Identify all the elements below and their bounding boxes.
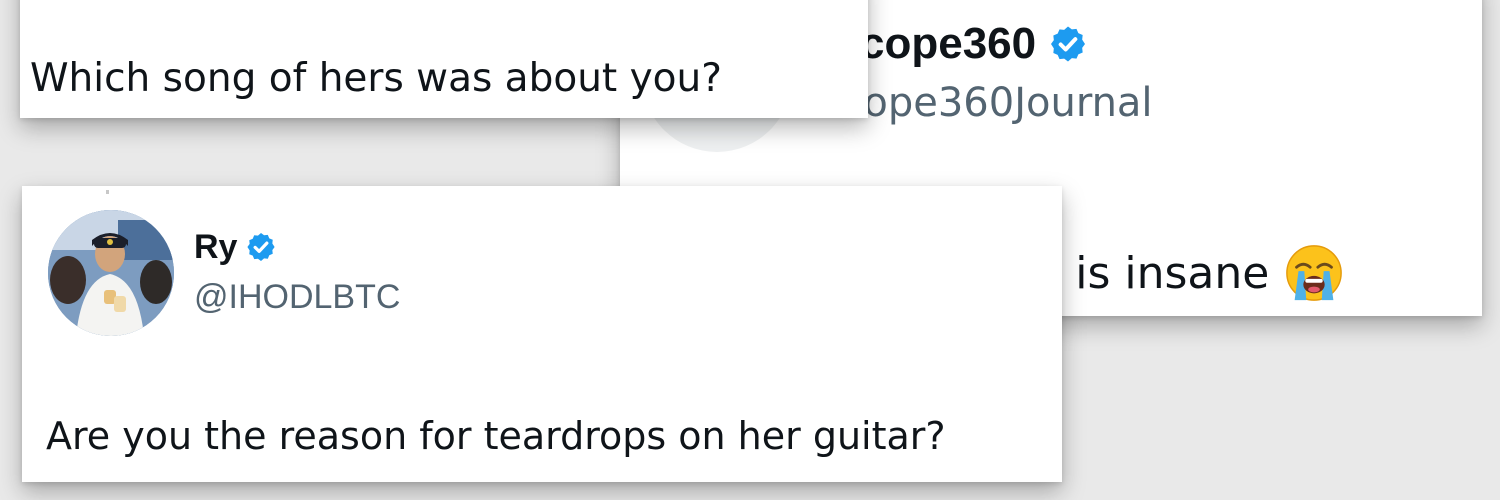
tweet-text: Which song of hers was about you?: [30, 56, 722, 101]
loudly-crying-face-icon: [1283, 242, 1345, 304]
tweet-text: Are you the reason for teardrops on her …: [46, 414, 946, 458]
tweet-card-top[interactable]: Which song of hers was about you?: [20, 0, 868, 118]
tweet-card-ry[interactable]: Ry @IHODLBTC Are you the reason for tear…: [22, 186, 1062, 482]
display-name[interactable]: Ry: [194, 228, 237, 267]
avatar[interactable]: [48, 210, 174, 336]
author-row[interactable]: Ry: [194, 226, 277, 268]
verified-badge-icon: [1048, 24, 1088, 64]
divider-mark: [106, 190, 109, 194]
verified-badge-icon: [245, 231, 277, 263]
author-row[interactable]: cope360: [860, 18, 1088, 70]
author-handle[interactable]: @IHODLBTC: [194, 278, 400, 317]
display-name[interactable]: cope360: [860, 19, 1036, 69]
